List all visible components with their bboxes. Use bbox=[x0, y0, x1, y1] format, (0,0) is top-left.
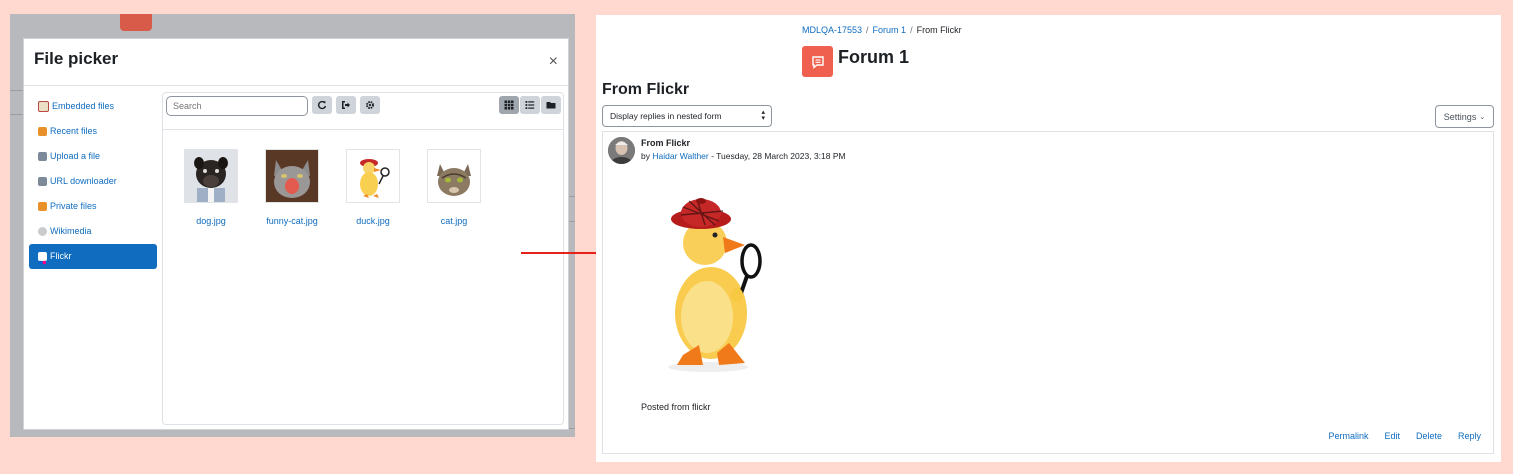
duck-thumbnail bbox=[346, 149, 400, 203]
file-picker-screenshot: File picker × Embedded files Recent file… bbox=[10, 14, 575, 437]
repo-label: URL downloader bbox=[50, 176, 117, 186]
url-download-icon bbox=[38, 177, 47, 186]
refresh-icon[interactable] bbox=[312, 96, 332, 114]
post-byline: by Haidar Walther - Tuesday, 28 March 20… bbox=[641, 151, 846, 161]
avatar[interactable] bbox=[608, 137, 635, 164]
repo-label: Flickr bbox=[50, 251, 72, 261]
repo-label: Upload a file bbox=[50, 151, 101, 161]
list-view-icon[interactable] bbox=[520, 96, 540, 114]
close-icon[interactable]: × bbox=[549, 53, 558, 71]
cat-thumbnail bbox=[427, 149, 481, 203]
post-body: Posted from flickr bbox=[641, 402, 711, 412]
file-name: funny-cat.jpg bbox=[266, 216, 318, 226]
file-name: duck.jpg bbox=[356, 216, 390, 226]
chevron-down-icon: ⌄ bbox=[1479, 113, 1486, 121]
breadcrumb-forum-link[interactable]: Forum 1 bbox=[873, 25, 907, 35]
duck-image bbox=[668, 198, 762, 372]
repo-label: Embedded files bbox=[52, 101, 115, 111]
breadcrumb-course-link[interactable]: MDLQA-17553 bbox=[802, 25, 862, 35]
file-picker-dialog: File picker × Embedded files Recent file… bbox=[23, 38, 569, 430]
file-item[interactable]: cat.jpg bbox=[419, 149, 489, 226]
repo-recent-files[interactable]: Recent files bbox=[29, 119, 157, 144]
private-files-icon bbox=[38, 202, 47, 211]
header-divider bbox=[24, 85, 568, 86]
repo-private-files[interactable]: Private files bbox=[29, 194, 157, 219]
file-item[interactable]: dog.jpg bbox=[176, 149, 246, 226]
dialog-title: File picker bbox=[34, 49, 119, 68]
repo-embedded-files[interactable]: Embedded files bbox=[29, 94, 157, 119]
dog-thumbnail bbox=[184, 149, 238, 203]
folder-view-icon[interactable] bbox=[541, 96, 561, 114]
file-item[interactable]: funny-cat.jpg bbox=[257, 149, 327, 226]
discussion-title: From Flickr bbox=[602, 81, 690, 98]
file-name: dog.jpg bbox=[196, 216, 226, 226]
forum-icon bbox=[802, 46, 833, 77]
post-subject: From Flickr bbox=[641, 138, 691, 148]
upload-icon bbox=[38, 152, 47, 161]
breadcrumb-current: From Flickr bbox=[916, 25, 962, 35]
settings-button[interactable]: Settings ⌄ bbox=[1435, 105, 1494, 128]
file-browser-panel: dog.jpg funny-cat.j bbox=[162, 92, 564, 425]
reply-link[interactable]: Reply bbox=[1458, 431, 1481, 441]
edit-link[interactable]: Edit bbox=[1384, 431, 1400, 441]
forum-post: From Flickr by Haidar Walther - Tuesday,… bbox=[602, 131, 1494, 454]
file-name: cat.jpg bbox=[440, 216, 468, 226]
display-mode-value: Display replies in nested form bbox=[610, 111, 722, 121]
background-activity-icon bbox=[120, 14, 152, 31]
post-date: - Tuesday, 28 March 2023, 3:18 PM bbox=[708, 151, 846, 161]
file-toolbar bbox=[163, 93, 563, 130]
display-mode-select[interactable]: Display replies in nested form ▴ ▾ bbox=[602, 105, 772, 127]
icon-view-icon[interactable] bbox=[499, 96, 519, 114]
background-divider bbox=[10, 114, 23, 115]
delete-link[interactable]: Delete bbox=[1416, 431, 1442, 441]
repo-flickr[interactable]: Flickr bbox=[29, 244, 157, 269]
repo-label: Wikimedia bbox=[50, 226, 92, 236]
background-divider bbox=[10, 90, 23, 91]
wikimedia-icon bbox=[38, 227, 47, 236]
updown-chevron-icon: ▴ ▾ bbox=[761, 109, 765, 122]
permalink-link[interactable]: Permalink bbox=[1328, 431, 1368, 441]
repo-url-downloader[interactable]: URL downloader bbox=[29, 169, 157, 194]
recent-files-icon bbox=[38, 127, 47, 136]
flickr-icon bbox=[38, 252, 47, 265]
repo-label: Private files bbox=[50, 201, 97, 211]
search-input[interactable] bbox=[166, 96, 308, 116]
logout-icon[interactable] bbox=[336, 96, 356, 114]
clipboard-icon bbox=[38, 101, 49, 112]
repo-wikimedia[interactable]: Wikimedia bbox=[29, 219, 157, 244]
author-link[interactable]: Haidar Walther bbox=[652, 151, 708, 161]
repo-label: Recent files bbox=[50, 126, 98, 136]
breadcrumb: MDLQA-17553/Forum 1/From Flickr bbox=[802, 25, 962, 35]
file-item[interactable]: duck.jpg bbox=[338, 149, 408, 226]
page-title: Forum 1 bbox=[838, 47, 910, 67]
byline-prefix: by bbox=[641, 151, 650, 161]
gear-icon[interactable] bbox=[360, 96, 380, 114]
post-actions: Permalink Edit Delete Reply bbox=[1328, 431, 1481, 441]
repository-list: Embedded files Recent files Upload a fil… bbox=[29, 94, 157, 269]
forum-discussion-screenshot: MDLQA-17553/Forum 1/From Flickr Forum 1 … bbox=[596, 15, 1501, 462]
funny-cat-thumbnail bbox=[265, 149, 319, 203]
repo-upload-file[interactable]: Upload a file bbox=[29, 144, 157, 169]
settings-label: Settings bbox=[1443, 111, 1477, 122]
